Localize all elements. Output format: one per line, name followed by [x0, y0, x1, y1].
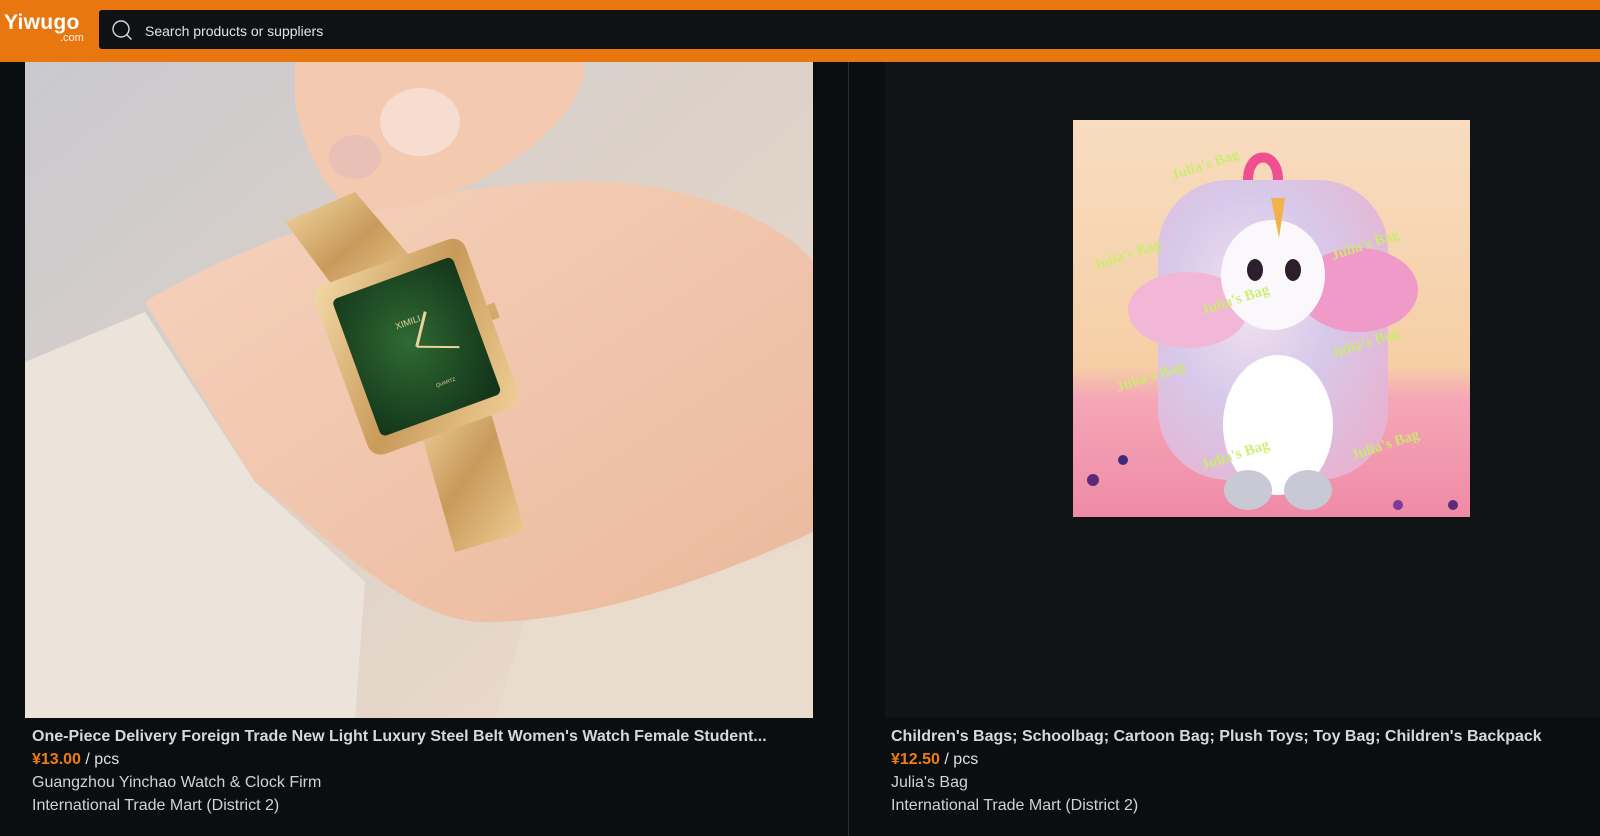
product-card[interactable]: XIMILI QUARTZ One-Piece Delivery Foreign…	[0, 62, 848, 836]
price-value: 12.50	[899, 751, 940, 768]
price-currency: ¥	[891, 751, 900, 768]
supplier-name[interactable]: Guangzhou Yinchao Watch & Clock Firm	[32, 771, 822, 794]
price-row: ¥13.00 / pcs	[32, 748, 822, 771]
search-input[interactable]	[143, 10, 1047, 51]
price-unit: / pcs	[939, 751, 979, 768]
product-image[interactable]: Julia's Bag Julia's Bag Julia's Bag Juli…	[885, 62, 1600, 718]
market-location: International Trade Mart (District 2)	[891, 797, 1139, 814]
product-image[interactable]: XIMILI QUARTZ	[25, 62, 813, 718]
price-row: ¥12.50 / pcs	[891, 748, 1591, 771]
search-icon[interactable]	[111, 19, 133, 41]
watch-photo: XIMILI QUARTZ	[25, 62, 813, 718]
price-unit: / pcs	[80, 751, 120, 768]
logo-domain: .com	[60, 32, 84, 44]
product-card[interactable]: Julia's Bag Julia's Bag Julia's Bag Juli…	[849, 62, 1600, 836]
backpack-photo: Julia's Bag Julia's Bag Julia's Bag Juli…	[885, 62, 1600, 718]
price-value: 13.00	[40, 751, 81, 768]
product-info: Children's Bags; Schoolbag; Cartoon Bag;…	[891, 726, 1591, 817]
supplier-name[interactable]: Julia's Bag	[891, 771, 1591, 794]
market-location: International Trade Mart (District 2)	[32, 797, 280, 814]
site-logo[interactable]: Yiwugo .com	[4, 11, 92, 47]
product-info: One-Piece Delivery Foreign Trade New Lig…	[32, 726, 822, 817]
product-title[interactable]: Children's Bags; Schoolbag; Cartoon Bag;…	[891, 726, 1591, 748]
price-currency: ¥	[32, 751, 41, 768]
product-title[interactable]: One-Piece Delivery Foreign Trade New Lig…	[32, 726, 822, 748]
search-bar[interactable]	[99, 10, 1600, 51]
top-header: Yiwugo .com	[0, 0, 1600, 62]
